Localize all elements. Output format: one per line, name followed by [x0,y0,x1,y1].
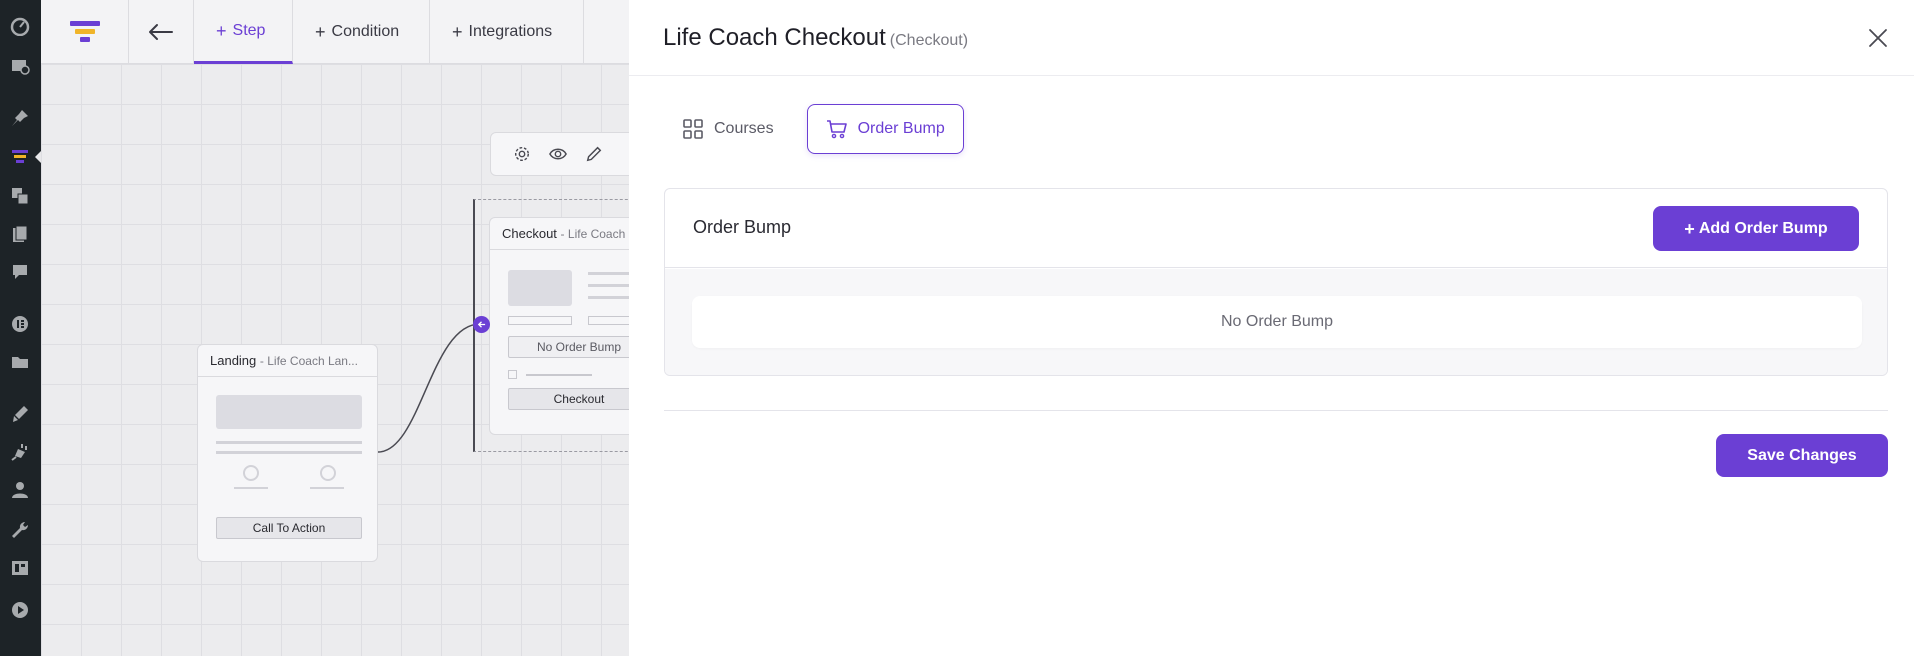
card-body: No Order Bump [665,269,1887,375]
save-changes-button[interactable]: Save Changes [1716,434,1888,477]
placeholder-field [508,316,572,325]
plus-icon: + [1684,218,1695,239]
grid-icon [683,119,703,139]
funnel-icon[interactable] [8,144,32,168]
tab-condition[interactable]: + Condition [293,0,430,63]
placeholder-line [588,272,629,275]
add-order-bump-button[interactable]: + Add Order Bump [1653,206,1859,251]
plugins-icon[interactable] [8,440,32,464]
tab-label: Integrations [468,22,553,40]
node-title: Checkout [502,226,557,241]
image-placeholder-icon [508,270,572,306]
eye-icon[interactable] [549,145,567,163]
order-bump-card: Order Bump + Add Order Bump No Order Bum… [664,188,1888,376]
placeholder-line [588,296,629,299]
placeholder-line [526,374,592,376]
node-header: Landing - Life Coach Lan... [198,345,377,377]
order-bump-placeholder: No Order Bump [508,336,629,358]
templates-icon[interactable] [8,556,32,580]
close-icon[interactable] [1868,28,1890,50]
node-subtitle: Life Coach Lan... [267,354,358,368]
divider [664,410,1888,411]
placeholder-checkbox [508,370,517,379]
card-title: Order Bump [693,217,792,237]
plus-icon: + [452,21,463,42]
placeholder-field [588,316,629,325]
folders-icon[interactable] [8,350,32,374]
placeholder-line [234,487,268,489]
placeholder-line [216,451,362,454]
tab-order-bump[interactable]: Order Bump [806,104,964,154]
dashboard-icon[interactable] [8,14,32,38]
plus-icon: + [315,21,326,42]
panel-header: Life Coach Checkout (Checkout) [629,0,1914,76]
pin-icon[interactable] [8,106,32,130]
back-arrow-icon[interactable] [129,0,194,63]
landing-node[interactable]: Landing - Life Coach Lan... Call To Acti… [197,344,378,562]
tab-integrations[interactable]: + Integrations [430,0,584,63]
empty-state-message: No Order Bump [692,296,1862,348]
call-to-action-label: Call To Action [216,517,362,539]
pages-icon[interactable] [8,222,32,246]
cart-icon [826,120,847,139]
tab-label: Order Bump [857,120,945,137]
tab-label: Step [232,21,266,39]
media-library-icon[interactable] [8,54,32,78]
tab-label: Condition [331,22,400,40]
play-icon[interactable] [8,598,32,622]
tools-icon[interactable] [8,518,32,542]
tab-step[interactable]: + Step [194,0,293,64]
placeholder-line [310,487,344,489]
connector-handle-icon[interactable] [473,316,490,333]
users-icon[interactable] [8,478,32,502]
card-header: Order Bump + Add Order Bump [665,189,1887,268]
step-settings-panel: Life Coach Checkout (Checkout) Courses Or… [629,0,1914,656]
node-subtitle: Life Coach [567,227,626,241]
node-title: Landing [210,353,257,368]
edit-icon[interactable] [585,145,603,163]
step-type: (Checkout) [889,32,969,49]
node-toolbar [490,132,629,176]
checkout-node[interactable]: Checkout - Life Coach No Order Bump Chec… [489,217,629,435]
panel-tabs: Courses Order Bump [663,104,964,154]
tab-label: Courses [714,120,774,137]
panel-title: Life Coach Checkout (Checkout) [663,24,968,52]
step-name: Life Coach Checkout [663,24,886,51]
placeholder-circle [243,465,259,481]
hero-placeholder-icon [216,395,362,429]
checkout-button-label: Checkout [508,388,629,410]
tab-courses[interactable]: Courses [663,104,793,154]
wp-admin-sidebar [0,0,41,656]
elementor-icon[interactable] [8,312,32,336]
media-icon[interactable] [8,184,32,208]
placeholder-circle [320,465,336,481]
placeholder-line [588,284,629,287]
button-label: Add Order Bump [1698,219,1828,237]
node-header: Checkout - Life Coach [490,218,629,250]
comments-icon[interactable] [8,260,32,284]
appearance-icon[interactable] [8,402,32,426]
settings-icon[interactable] [513,145,531,163]
funnel-logo-icon[interactable] [41,0,129,63]
placeholder-line [216,441,362,444]
funnel-canvas[interactable]: Checkout - Life Coach No Order Bump Chec… [41,64,629,656]
plus-icon: + [216,20,227,41]
